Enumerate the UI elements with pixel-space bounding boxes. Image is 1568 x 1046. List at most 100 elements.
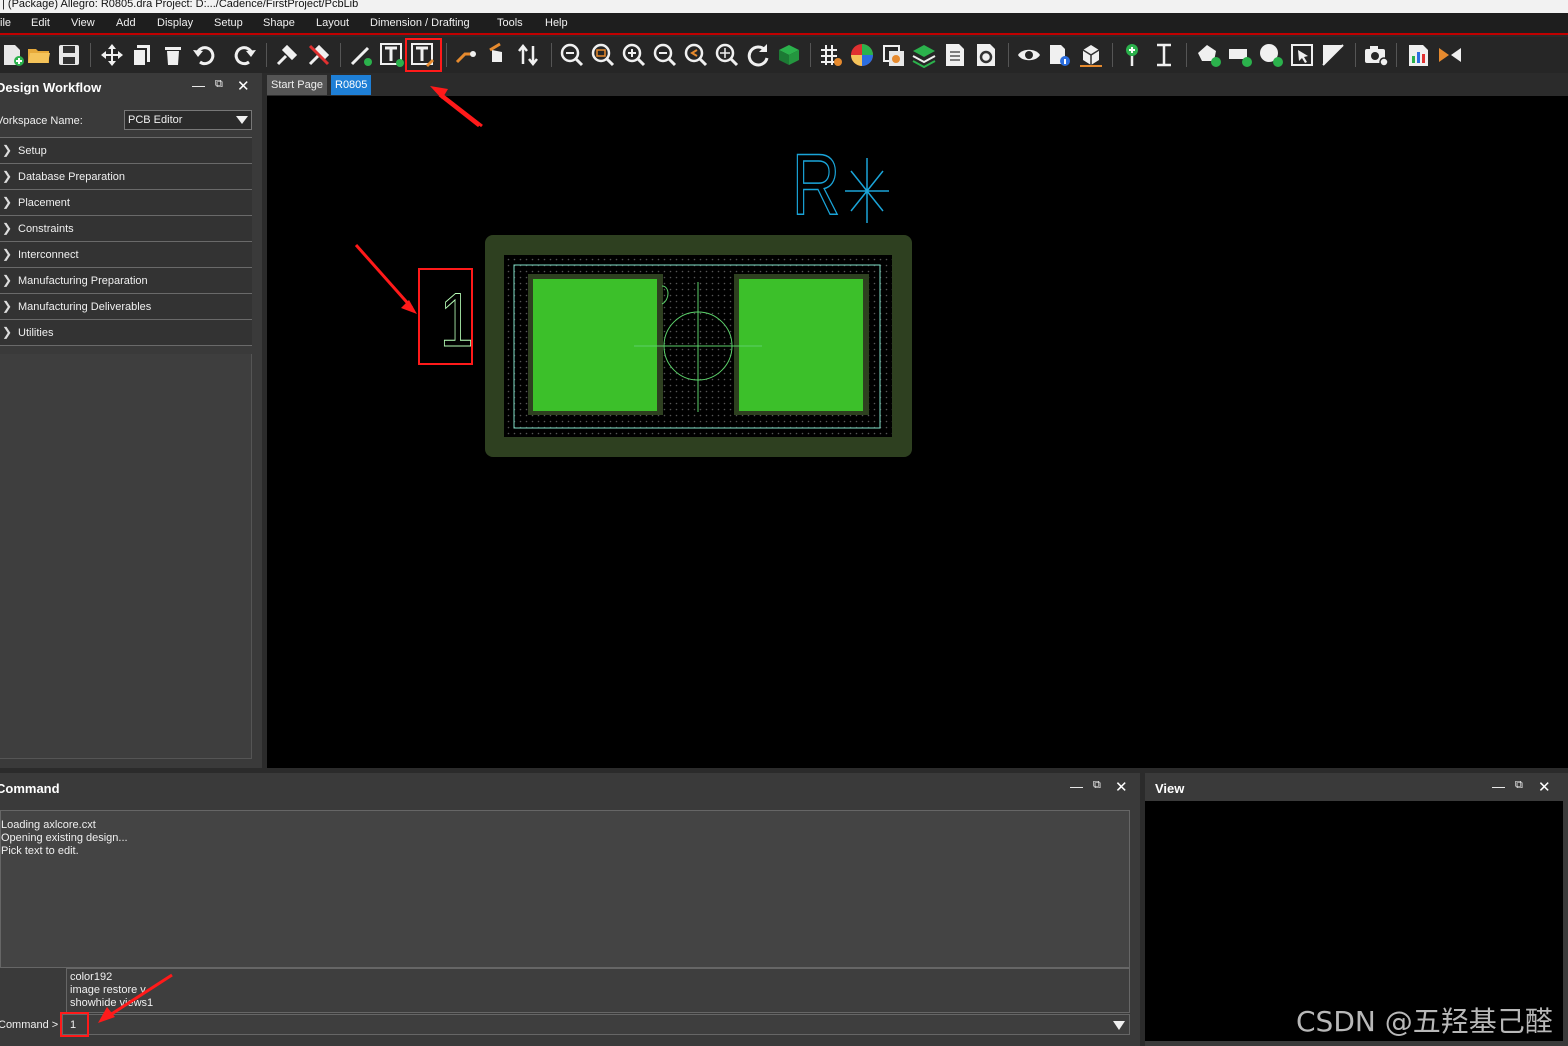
add-text-icon[interactable]: [379, 42, 405, 68]
menu-add[interactable]: Add: [116, 17, 136, 29]
fix-pin-icon[interactable]: [274, 42, 300, 68]
reports-icon[interactable]: [942, 42, 968, 68]
workflow-item-manufacturing-deliverables[interactable]: ❯ Manufacturing Deliverables: [0, 293, 252, 320]
color-palette-icon[interactable]: [849, 42, 875, 68]
show-element-icon[interactable]: [1047, 42, 1073, 68]
toolbar-separator: [340, 43, 341, 67]
layers-icon[interactable]: [911, 42, 937, 68]
panel-header: Command — ⧉ ✕: [0, 773, 1140, 801]
zoom-center-icon[interactable]: [714, 42, 740, 68]
dimension-icon[interactable]: [1151, 42, 1177, 68]
chevron-right-icon: ❯: [2, 299, 13, 313]
report-chart-icon[interactable]: [1406, 42, 1432, 68]
chevron-right-icon: ❯: [2, 247, 13, 261]
delete-icon[interactable]: [160, 42, 186, 68]
board-view-icon[interactable]: [776, 42, 802, 68]
design-canvas[interactable]: R 1: [267, 96, 1568, 768]
workspace-select[interactable]: PCB Editor: [124, 110, 252, 130]
workflow-item-setup[interactable]: ❯ Setup: [0, 137, 252, 164]
add-rect-icon[interactable]: [1227, 42, 1253, 68]
workflow-item-label: Setup: [18, 145, 47, 157]
unfix-pin-icon[interactable]: [306, 42, 332, 68]
close-icon[interactable]: ✕: [1115, 778, 1128, 796]
merge-shapes-icon[interactable]: [1320, 42, 1346, 68]
toolbar-separator: [90, 43, 91, 67]
restore-icon[interactable]: ⧉: [1093, 779, 1101, 792]
zoom-world-icon[interactable]: [683, 42, 709, 68]
workflow-item-database-preparation[interactable]: ❯ Database Preparation: [0, 163, 252, 190]
add-line-icon[interactable]: [348, 42, 374, 68]
panel-title: Command: [0, 781, 60, 796]
open-folder-icon[interactable]: [26, 42, 52, 68]
restore-icon[interactable]: ⧉: [1515, 779, 1523, 792]
restore-icon[interactable]: ⧉: [215, 78, 223, 91]
workflow-item-manufacturing-preparation[interactable]: ❯ Manufacturing Preparation: [0, 267, 252, 294]
add-shape-icon[interactable]: [1196, 42, 1222, 68]
shadow-mode-icon[interactable]: [880, 42, 906, 68]
zoom-out-icon[interactable]: [652, 42, 678, 68]
settings-icon[interactable]: [973, 42, 999, 68]
annotation-arrow-command-input: [98, 973, 173, 1023]
visibility-icon[interactable]: [1016, 42, 1042, 68]
redo-icon[interactable]: [232, 42, 258, 68]
undo-icon[interactable]: [191, 42, 217, 68]
workflow-item-label: Placement: [18, 197, 70, 209]
menu-view[interactable]: View: [71, 17, 95, 29]
minimize-icon[interactable]: —: [1070, 779, 1083, 794]
menu-help[interactable]: Help: [545, 17, 568, 29]
menu-layout[interactable]: Layout: [316, 17, 349, 29]
toolbar-separator: [266, 43, 267, 67]
move-icon[interactable]: [99, 42, 125, 68]
add-circle-icon[interactable]: [1258, 42, 1284, 68]
swap-arrows-icon[interactable]: [1437, 42, 1463, 68]
select-shape-icon[interactable]: [1289, 42, 1315, 68]
command-input[interactable]: 1: [62, 1014, 1130, 1035]
route-connect-icon[interactable]: [453, 42, 479, 68]
workflow-item-interconnect[interactable]: ❯ Interconnect: [0, 241, 252, 268]
tab-start-page[interactable]: Start Page: [267, 75, 327, 95]
minimize-icon[interactable]: —: [1492, 779, 1505, 794]
menu-dimension-drafting[interactable]: Dimension / Drafting: [370, 17, 470, 29]
camera-icon[interactable]: [1363, 42, 1389, 68]
menu-file[interactable]: ile: [0, 17, 11, 29]
minimize-icon[interactable]: —: [192, 78, 205, 93]
workflow-item-placement[interactable]: ❯ Placement: [0, 189, 252, 216]
zoom-fit-icon[interactable]: [559, 42, 585, 68]
redraw-icon[interactable]: [745, 42, 771, 68]
workflow-item-constraints[interactable]: ❯ Constraints: [0, 215, 252, 242]
close-icon[interactable]: ✕: [1538, 778, 1551, 796]
menu-shape[interactable]: Shape: [263, 17, 295, 29]
chevron-down-icon[interactable]: [1113, 1021, 1125, 1030]
pad-1[interactable]: [533, 279, 657, 411]
pin-number-text[interactable]: 1: [439, 277, 474, 363]
workspace-select-value: PCB Editor: [128, 114, 183, 126]
save-icon[interactable]: [56, 42, 82, 68]
grid-icon[interactable]: [818, 42, 844, 68]
window-title: | (Package) Allegro: R0805.dra Project: …: [0, 0, 1568, 13]
menu-edit[interactable]: Edit: [31, 17, 50, 29]
pad-2[interactable]: [739, 279, 863, 411]
new-file-icon[interactable]: [0, 42, 26, 68]
menu-tools[interactable]: Tools: [497, 17, 523, 29]
refdes-label: R: [792, 137, 840, 233]
workflow-list: ❯ Setup ❯ Database Preparation ❯ Placement …: [0, 137, 252, 346]
swap-icon[interactable]: [516, 42, 542, 68]
chevron-right-icon: ❯: [2, 169, 13, 183]
command-prompt-label: Command >: [0, 1019, 59, 1031]
zoom-window-icon[interactable]: [590, 42, 616, 68]
zoom-in-icon[interactable]: [621, 42, 647, 68]
close-icon[interactable]: ✕: [237, 77, 250, 95]
add-pin-icon[interactable]: [1119, 42, 1145, 68]
menu-setup[interactable]: Setup: [214, 17, 243, 29]
footprint-drawing: R 1: [354, 96, 912, 457]
menu-display[interactable]: Display: [157, 17, 193, 29]
toolbar-separator: [446, 43, 447, 67]
workflow-item-utilities[interactable]: ❯ Utilities: [0, 319, 252, 346]
toolbar-separator: [810, 43, 811, 67]
toolbar-separator: [1008, 43, 1009, 67]
tab-r0805[interactable]: R0805: [331, 75, 372, 95]
copy-icon[interactable]: [129, 42, 155, 68]
panel-title: View: [1155, 781, 1185, 796]
slide-icon[interactable]: [484, 42, 510, 68]
3d-view-icon[interactable]: [1078, 42, 1104, 68]
